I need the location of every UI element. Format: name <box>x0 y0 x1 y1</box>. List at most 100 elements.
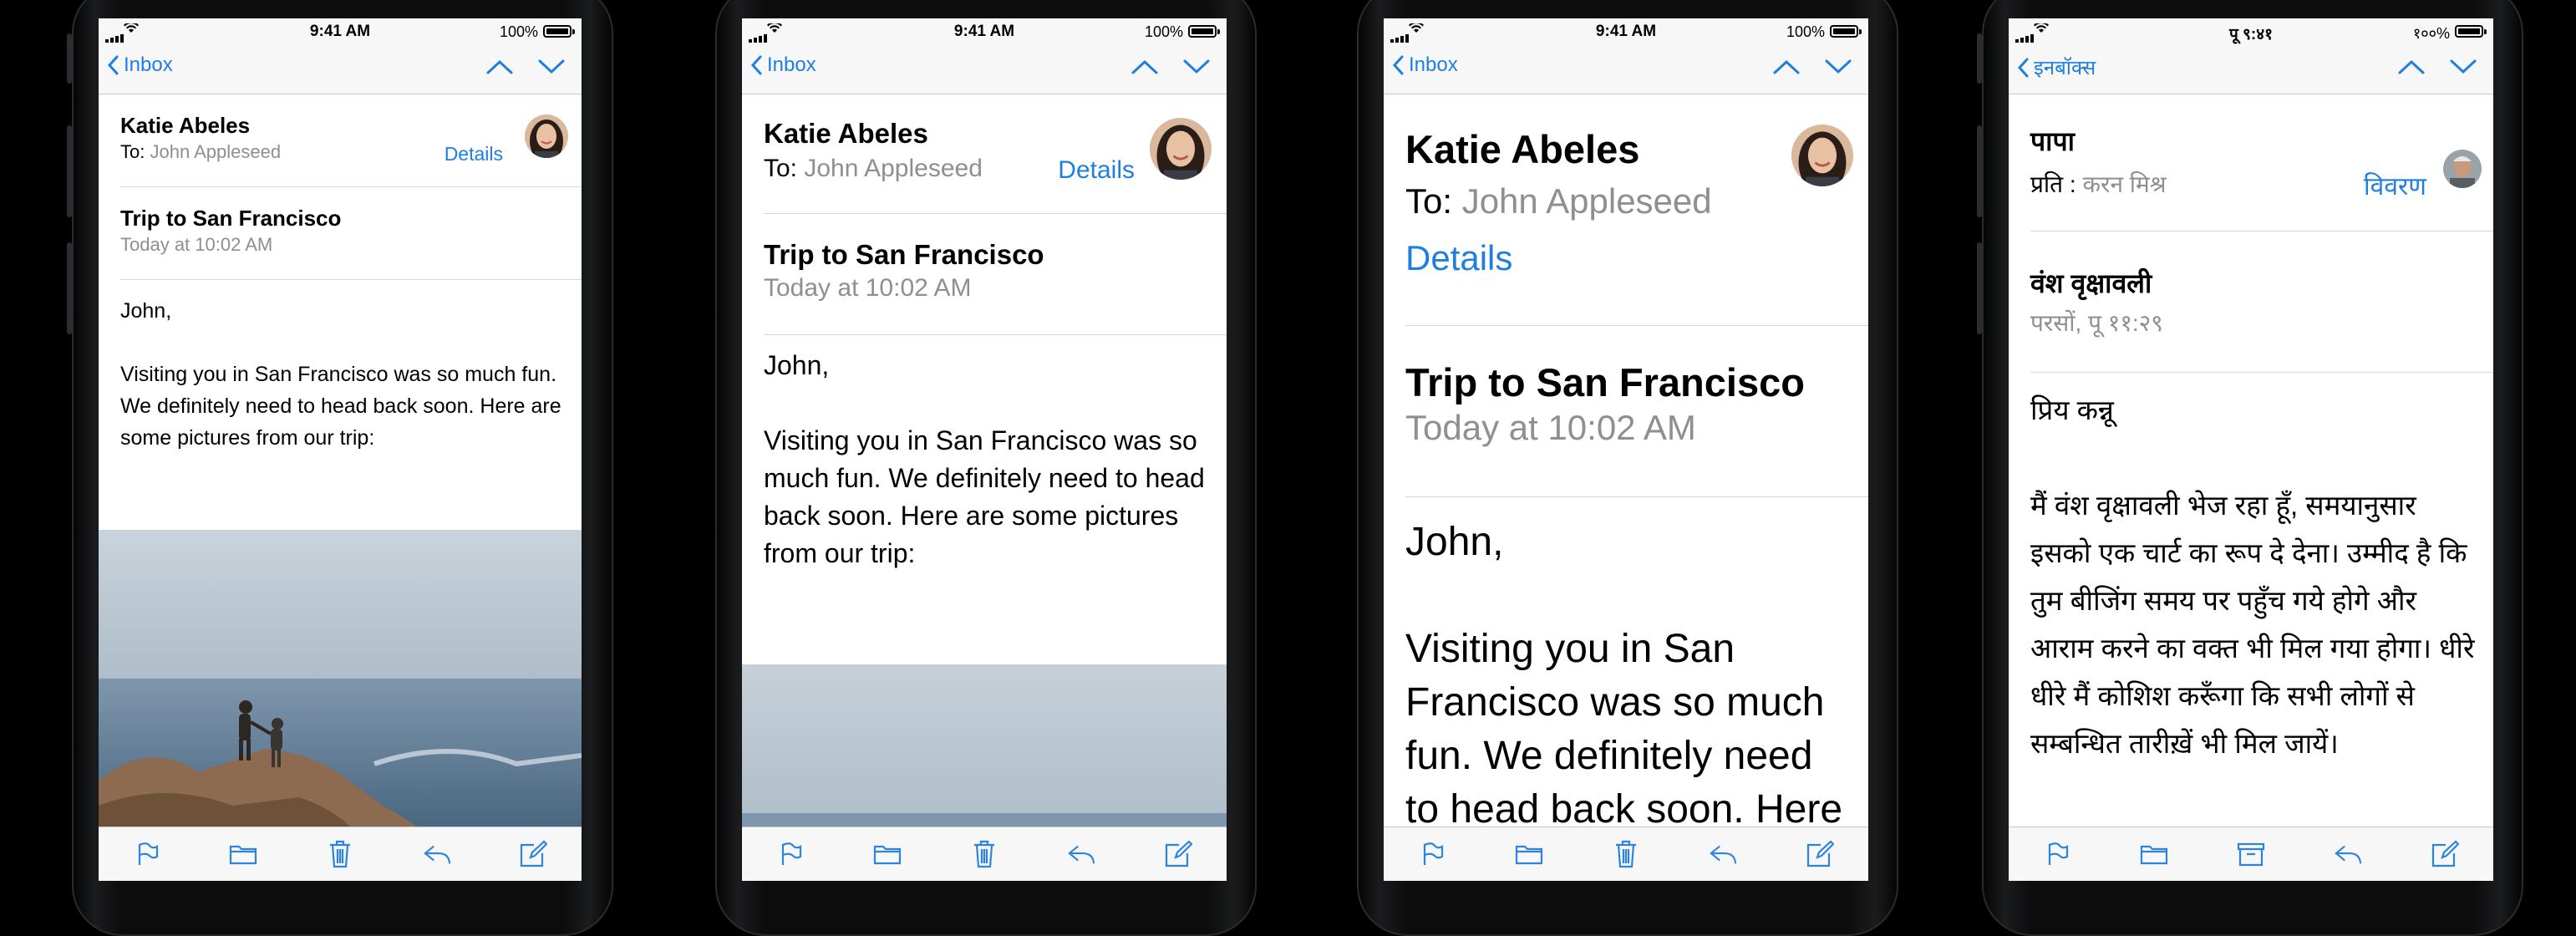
trash-icon[interactable] <box>970 840 998 868</box>
compose-icon[interactable] <box>1806 840 1834 868</box>
back-to-inbox-button[interactable]: Inbox <box>750 53 816 77</box>
greeting: प्रिय कन्नू <box>2030 394 2114 425</box>
back-to-inbox-button[interactable]: इनबॉक्स <box>2017 53 2096 81</box>
reply-icon[interactable] <box>1709 840 1737 868</box>
sender-avatar[interactable] <box>1791 125 1853 186</box>
subject-block: वंश वृक्षावली परसों, पू ११:२९ <box>2030 231 2493 373</box>
compose-icon[interactable] <box>519 840 548 868</box>
back-to-inbox-button[interactable]: Inbox <box>1392 53 1458 77</box>
phone-screen-1: 9:41 AM 100% Inbox Katie Abeles To: John… <box>99 18 582 881</box>
battery-percent: 100% <box>1786 23 1825 40</box>
chevron-left-icon <box>750 55 762 75</box>
subject-block: Trip to San Francisco Today at 10:02 AM <box>120 187 582 280</box>
reply-icon[interactable] <box>1067 840 1095 868</box>
sender-name[interactable]: Katie Abeles <box>764 118 928 150</box>
status-bar: 9:41 AM 100% <box>1384 18 1868 47</box>
folder-icon[interactable] <box>1515 840 1543 868</box>
side-button <box>67 33 72 84</box>
recipient-line: To: John Appleseed <box>764 155 983 183</box>
subject-line: वंश वृक्षावली <box>2030 268 2152 298</box>
message-date: Today at 10:02 AM <box>1405 408 1696 447</box>
compose-icon[interactable] <box>2431 840 2459 868</box>
bottom-toolbar <box>1384 827 1868 881</box>
nav-bar: इनबॉक्स <box>2009 47 2493 94</box>
message-header: Katie Abeles To: John Appleseed Details <box>1405 94 1868 326</box>
side-button <box>1977 33 1982 84</box>
recipient-name[interactable]: John Appleseed <box>1462 181 1712 221</box>
side-button <box>1977 125 1982 217</box>
recipient-name[interactable]: करन मिश्र <box>2082 171 2166 197</box>
previous-message-up-icon[interactable] <box>1131 58 1158 75</box>
nav-bar: Inbox <box>99 47 582 94</box>
back-to-inbox-button[interactable]: Inbox <box>107 53 173 77</box>
details-link[interactable]: विवरण <box>2364 168 2426 202</box>
message-body: प्रिय कन्नू मैं वंश वृक्षावली भेज रहा हू… <box>2030 373 2478 767</box>
compose-icon[interactable] <box>1164 840 1192 868</box>
greeting: John, <box>764 350 830 380</box>
details-link[interactable]: Details <box>1405 238 1512 278</box>
sender-avatar[interactable] <box>2443 150 2482 188</box>
sender-avatar[interactable] <box>525 114 568 158</box>
message-date: परसों, पू ११:२९ <box>2030 310 2163 336</box>
subject-line: Trip to San Francisco <box>764 239 1044 270</box>
next-message-down-icon[interactable] <box>538 58 565 75</box>
details-link[interactable]: Details <box>445 143 503 165</box>
folder-icon[interactable] <box>2140 840 2168 868</box>
message-nav-arrows <box>465 58 565 79</box>
flag-icon[interactable] <box>133 840 161 868</box>
previous-message-up-icon[interactable] <box>1773 58 1800 75</box>
subject-line: Trip to San Francisco <box>120 206 342 231</box>
reply-icon[interactable] <box>2334 840 2362 868</box>
chevron-left-icon <box>2017 58 2029 77</box>
trash-icon[interactable] <box>326 840 354 868</box>
battery-icon <box>1830 25 1862 38</box>
sender-avatar[interactable] <box>1150 118 1212 180</box>
message-nav-arrows <box>1110 58 1210 79</box>
message-body: John, Visiting you in San Francisco was … <box>764 335 1212 572</box>
next-message-down-icon[interactable] <box>2450 58 2477 75</box>
body-paragraph: Visiting you in San Francisco was so muc… <box>1405 627 1843 827</box>
back-label: Inbox <box>767 53 816 76</box>
back-label: इनबॉक्स <box>2034 57 2096 79</box>
battery-percent: 100% <box>1144 23 1183 40</box>
message-nav-arrows <box>2376 58 2477 79</box>
attached-photo[interactable] <box>99 530 582 827</box>
nav-bar: Inbox <box>1384 47 1868 94</box>
bottom-toolbar <box>742 827 1227 881</box>
message-date: Today at 10:02 AM <box>120 234 273 255</box>
recipient-name[interactable]: John Appleseed <box>804 155 983 182</box>
body-paragraph: मैं वंश वृक्षावली भेज रहा हूँ, समयानुसार… <box>2030 490 2475 759</box>
archive-icon[interactable] <box>2237 840 2265 868</box>
flag-icon[interactable] <box>1418 840 1446 868</box>
back-label: Inbox <box>1409 53 1458 76</box>
recipient-name[interactable]: John Appleseed <box>150 141 281 162</box>
bottom-toolbar <box>2009 827 2493 881</box>
folder-icon[interactable] <box>873 840 902 868</box>
message-content: Katie Abeles To: John Appleseed Details … <box>742 94 1227 827</box>
attached-photo[interactable] <box>742 664 1227 827</box>
recipient-line: प्रति : करन मिश्र <box>2030 168 2167 200</box>
previous-message-up-icon[interactable] <box>2398 58 2425 75</box>
previous-message-up-icon[interactable] <box>486 58 513 75</box>
message-header: पापा प्रति : करन मिश्र विवरण <box>2030 94 2493 231</box>
status-bar: 9:41 AM 100% <box>742 18 1227 47</box>
recipient-line: To: John Appleseed <box>120 141 281 163</box>
flag-icon[interactable] <box>2043 840 2071 868</box>
battery-percent: १००% <box>2412 25 2450 42</box>
flag-icon[interactable] <box>776 840 805 868</box>
subject-block: Trip to San Francisco Today at 10:02 AM <box>1405 326 1868 497</box>
chevron-left-icon <box>1392 55 1404 75</box>
phone-screen-2: 9:41 AM 100% Inbox Katie Abeles To: John… <box>742 18 1227 881</box>
details-link[interactable]: Details <box>1058 156 1135 185</box>
next-message-down-icon[interactable] <box>1183 58 1210 75</box>
battery-icon <box>543 25 575 38</box>
battery-percent: 100% <box>499 23 538 40</box>
sender-name[interactable]: Katie Abeles <box>1405 126 1639 172</box>
sender-name[interactable]: पापा <box>2030 123 2075 159</box>
trash-icon[interactable] <box>1612 840 1640 868</box>
subject-block: Trip to San Francisco Today at 10:02 AM <box>764 214 1227 335</box>
next-message-down-icon[interactable] <box>1825 58 1852 75</box>
folder-icon[interactable] <box>229 840 257 868</box>
sender-name[interactable]: Katie Abeles <box>120 113 250 139</box>
reply-icon[interactable] <box>423 840 451 868</box>
